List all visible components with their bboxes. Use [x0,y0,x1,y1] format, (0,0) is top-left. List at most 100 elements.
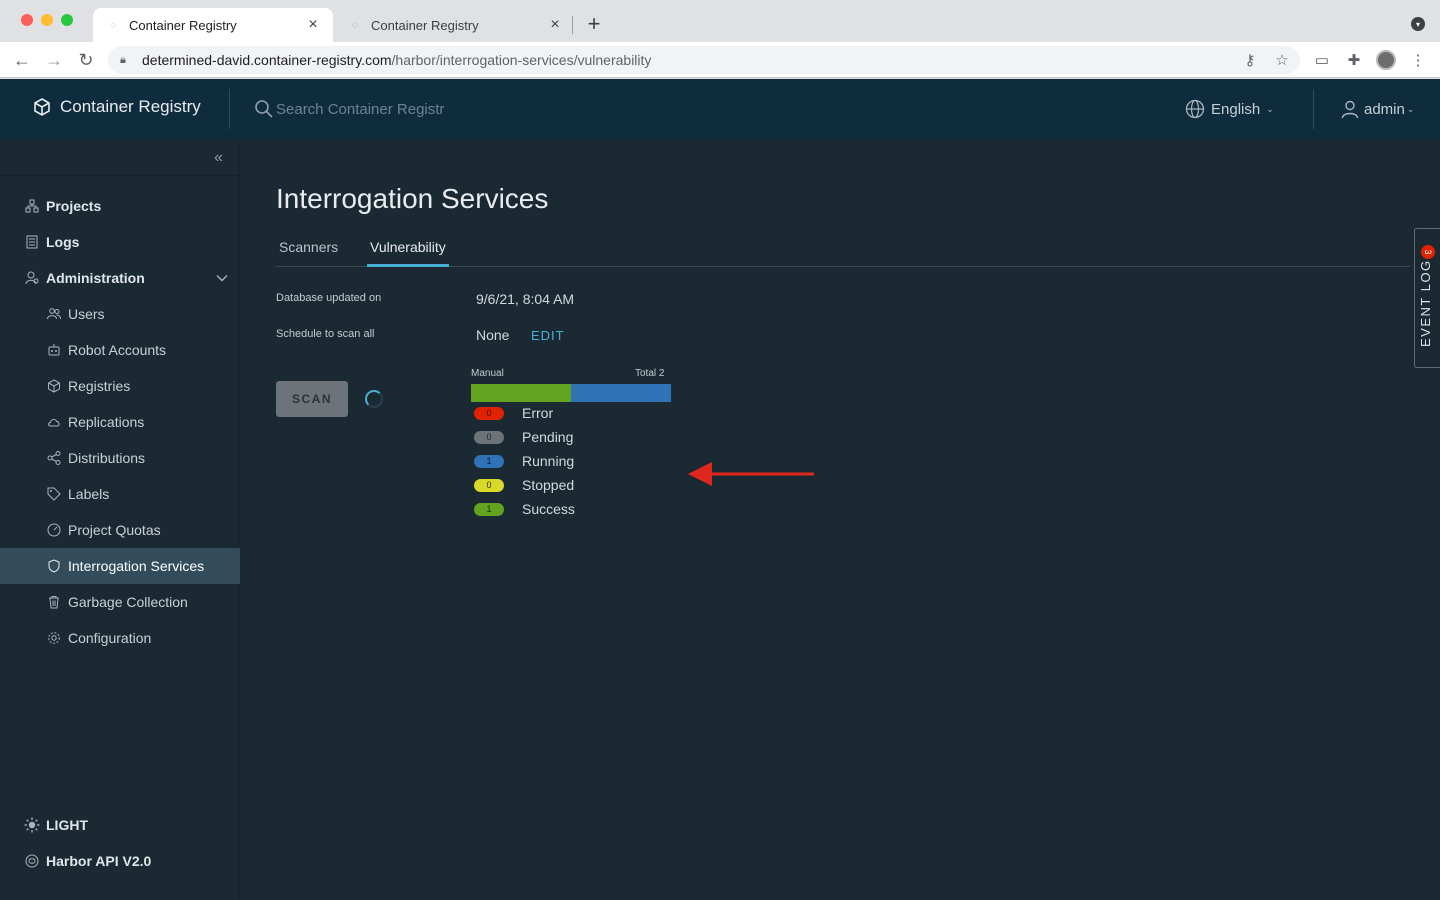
progress-segment-success [471,384,571,402]
new-tab-button[interactable]: + [584,11,604,36]
tab-strip: Scanners Vulnerability [276,239,1410,267]
window-minimize-button[interactable] [41,14,53,26]
db-updated-value: 9/6/21, 8:04 AM [476,291,575,307]
status-label: Error [522,405,554,421]
url-path: /harbor/interrogation-services/vulnerabi… [391,52,652,68]
scan-progress-bar [471,384,671,402]
administration-icon [24,270,40,286]
total-label: Total 2 [635,368,664,379]
total-count: 2 [658,368,665,379]
address-bar[interactable]: 🔒︎ determined-david.container-registry.c… [108,46,1300,74]
sidebar-item-garbage-collection[interactable]: Garbage Collection [0,584,240,620]
sidebar-divider [0,175,240,176]
schedule-value: None [476,327,510,343]
app-header: Container Registry Search Container Regi… [0,79,1440,139]
user-icon [1341,100,1359,119]
tag-icon [46,486,62,502]
status-label: Stopped [522,477,575,493]
cube-icon [46,378,62,394]
global-search[interactable]: Search Container Registr [254,99,444,119]
projects-icon [24,198,40,214]
sidebar-item-logs[interactable]: Logs [0,224,240,260]
event-log-tab[interactable]: 3 EVENT LOG [1414,228,1440,368]
theme-toggle[interactable]: LIGHT [0,809,240,841]
collapse-sidebar-icon[interactable]: « [214,149,230,166]
tab-scanners[interactable]: Scanners [276,239,341,267]
close-icon[interactable]: × [305,16,321,33]
brand[interactable]: Container Registry [32,97,201,117]
sidebar-item-interrogation-services[interactable]: Interrogation Services [0,548,240,584]
sidebar-item-labels[interactable]: Labels [0,476,240,512]
extensions-icon[interactable]: ✚ [1344,50,1364,70]
forward-arrow-icon[interactable]: → [44,50,64,70]
sidebar-item-label: Distributions [68,450,146,466]
total-text: Total [635,368,657,379]
legend-item-pending: 0 Pending [474,427,573,447]
tab-search-icon[interactable]: ▾ [1411,17,1425,31]
legend-item-stopped: 0 Stopped [474,475,574,495]
app: Container Registry Search Container Regi… [0,79,1440,900]
language-label: English [1211,100,1261,118]
sidebar-item-label: Garbage Collection [68,594,188,610]
favicon-icon: ◌ [110,19,116,31]
status-count-badge: 0 [474,430,504,444]
status-label: Success [522,501,575,517]
status-count-badge: 0 [474,406,504,420]
language-selector[interactable]: English ⌄ [1185,99,1274,119]
browser-tab-bar: ◌ Container Registry × ◌ Container Regis… [0,0,1440,42]
sidebar-item-registries[interactable]: Registries [0,368,240,404]
sidebar-item-users[interactable]: Users [0,296,240,332]
reload-icon[interactable]: ↻ [76,50,96,70]
sidebar-item-projects[interactable]: Projects [0,188,240,224]
status-label: Pending [522,429,574,445]
star-icon[interactable]: ☆ [1272,50,1292,70]
back-arrow-icon[interactable]: ← [12,50,32,70]
sidebar: « Projects Logs Administration Users Rob… [0,139,240,900]
scan-button[interactable]: SCAN [276,381,348,417]
sidebar-item-label: Labels [68,486,110,502]
user-menu[interactable]: admin ⌄ [1340,99,1414,119]
brand-name: Container Registry [60,97,201,116]
key-icon[interactable]: ⚷ [1240,50,1260,70]
sidebar-item-administration[interactable]: Administration [0,260,240,296]
dashboard-icon [46,522,62,538]
loading-spinner [365,390,383,408]
tab-title: Container Registry [129,17,237,33]
profile-avatar[interactable] [1376,50,1396,70]
window-zoom-button[interactable] [61,14,73,26]
users-icon [46,306,62,322]
event-log-label: EVENT LOG [1418,259,1433,347]
username: admin [1364,100,1405,118]
window-close-button[interactable] [21,14,33,26]
shield-icon [46,558,62,574]
chevron-down-icon [216,271,228,287]
search-icon [255,100,273,118]
edit-schedule-link[interactable]: EDIT [531,328,565,343]
sidebar-item-configuration[interactable]: Configuration [0,620,240,656]
api-link-label: Harbor API V2.0 [46,853,152,869]
theme-toggle-label: LIGHT [46,817,88,833]
page-title: Interrogation Services [276,183,549,214]
sidebar-item-label: Robot Accounts [68,342,167,358]
sidebar-item-label: Projects [46,198,102,214]
legend-item-running: 1 Running [474,451,574,471]
search-input[interactable]: Search Container Registr [276,101,444,118]
cloud-icon [46,414,62,430]
cast-icon[interactable]: ▭ [1312,50,1332,70]
sidebar-item-robot-accounts[interactable]: Robot Accounts [0,332,240,368]
browser-menu-icon[interactable]: ⋮ [1408,50,1428,70]
sidebar-item-project-quotas[interactable]: Project Quotas [0,512,240,548]
db-updated-label: Database updated on [276,292,382,304]
close-icon[interactable]: × [547,16,563,33]
sidebar-item-label: Users [68,306,105,322]
sidebar-item-replications[interactable]: Replications [0,404,240,440]
share-icon [46,450,62,466]
sidebar-item-distributions[interactable]: Distributions [0,440,240,476]
browser-tab-active[interactable]: ◌ Container Registry × [93,8,333,42]
tab-vulnerability[interactable]: Vulnerability [367,239,449,267]
logs-icon [24,234,40,250]
sidebar-item-label: Interrogation Services [68,558,205,574]
browser-tab-inactive[interactable]: ◌ Container Registry × [335,8,575,42]
api-explorer-link[interactable]: Harbor API V2.0 [0,845,240,877]
sidebar-item-label: Replications [68,414,145,430]
